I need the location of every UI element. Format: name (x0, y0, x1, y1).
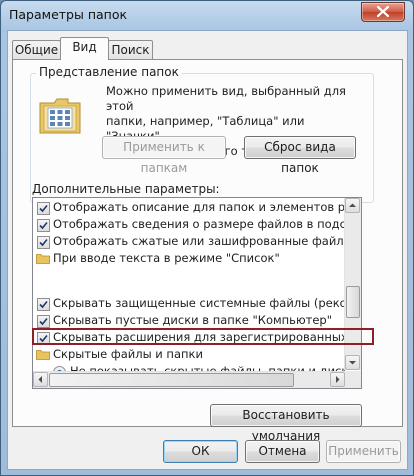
title-bar[interactable]: Параметры папок (1, 1, 413, 29)
checkmark-icon (39, 300, 48, 309)
checkmark-icon (39, 317, 48, 326)
ok-button[interactable]: ОК (163, 440, 238, 463)
list-item-label: Скрывать защищенные системные файлы (рек… (53, 296, 345, 310)
list-item-label: Скрывать пустые диски в папке "Компьютер… (53, 313, 332, 327)
tab-view[interactable]: Вид (60, 37, 109, 60)
checkbox[interactable] (37, 236, 50, 249)
folder-options-window: Параметры папок Общие Вид Поиск Представ… (0, 0, 414, 476)
arrow-up-icon (349, 203, 356, 207)
list-item-label: Скрытые файлы и папки (53, 347, 203, 361)
window-title: Параметры папок (9, 7, 128, 22)
arrow-down-icon (349, 361, 356, 365)
checkbox[interactable] (37, 202, 50, 215)
list-item[interactable]: Отображать сведения о размере файлов в п… (33, 216, 345, 233)
scroll-right-button[interactable] (330, 372, 345, 387)
list-item[interactable]: При вводе текста в режиме "Список" (33, 250, 345, 267)
horizontal-scroll-thumb[interactable] (49, 373, 294, 387)
list-item[interactable]: Отображать описание для папок и элементо… (33, 199, 345, 216)
checkbox[interactable] (37, 315, 50, 328)
list-item-label: Отображать сжатые или зашифрованные файл… (53, 234, 345, 248)
reset-folders-button[interactable]: Сброс вида папок (244, 136, 356, 175)
tab-search[interactable]: Поиск (108, 40, 153, 60)
list-item-label: При вводе текста в режиме "Список" (53, 251, 280, 265)
restore-defaults-button[interactable]: Восстановить умолчания (210, 404, 362, 443)
close-icon (377, 6, 389, 17)
apply-to-folders-button[interactable]: Применить к папкам (102, 136, 226, 175)
scroll-up-button[interactable] (345, 198, 360, 213)
list-item[interactable]: Скрывать пустые диски в папке "Компьютер… (33, 312, 345, 329)
scroll-left-button[interactable] (33, 372, 48, 387)
arrow-left-icon (38, 376, 42, 383)
scroll-down-button[interactable] (345, 355, 360, 370)
arrow-right-icon (336, 376, 340, 383)
checkbox[interactable] (37, 219, 50, 232)
highlight-annotation-box (32, 328, 374, 345)
dialog-body: Общие Вид Поиск Представление папок Можн… (7, 30, 408, 470)
list-item[interactable]: Отображать сжатые или зашифрованные файл… (33, 233, 345, 250)
folder-icon (36, 350, 50, 360)
scrollbar-corner (345, 371, 361, 388)
checkmark-icon (39, 221, 48, 230)
folder-view-icon (39, 98, 81, 134)
advanced-settings-list[interactable]: Отображать описание для папок и элементо… (32, 197, 362, 389)
checkmark-icon (39, 238, 48, 247)
horizontal-scrollbar[interactable] (33, 371, 345, 388)
list-item[interactable]: Скрытые файлы и папки (33, 346, 345, 363)
advanced-settings-label: Дополнительные параметры: (32, 182, 220, 196)
apply-button[interactable]: Применить (326, 440, 401, 463)
folder-icon (36, 254, 50, 264)
close-button[interactable] (361, 2, 405, 22)
list-item-label: Отображать сведения о размере файлов в п… (53, 217, 345, 231)
tab-general[interactable]: Общие (12, 40, 61, 60)
checkbox[interactable] (37, 298, 50, 311)
list-item-label: Отображать описание для папок и элементо… (53, 200, 345, 214)
checkmark-icon (39, 204, 48, 213)
list-item[interactable]: Скрывать защищенные системные файлы (рек… (33, 295, 345, 312)
cancel-button[interactable]: Отмена (245, 440, 320, 463)
folder-view-legend: Представление папок (36, 65, 182, 79)
vertical-scroll-thumb[interactable] (346, 286, 360, 318)
